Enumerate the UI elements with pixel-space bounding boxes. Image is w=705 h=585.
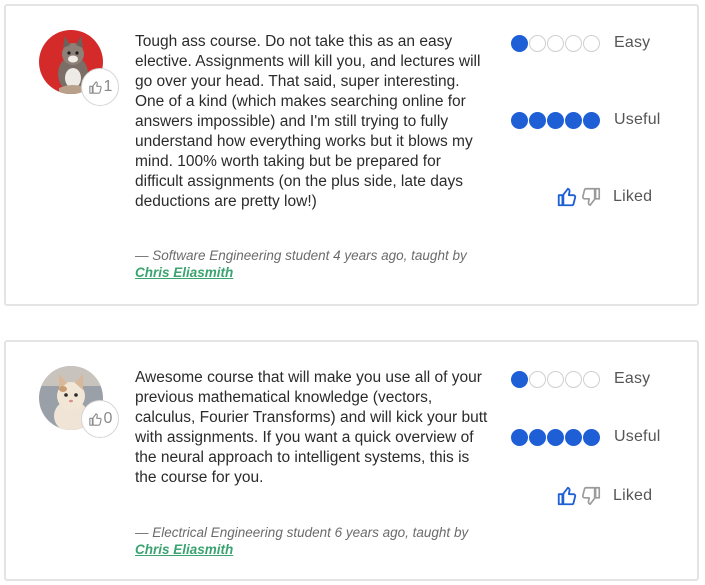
useful-rating-circles xyxy=(511,111,601,129)
thumbs-up-icon[interactable] xyxy=(556,186,578,208)
rating-circle-empty xyxy=(565,34,582,52)
instructor-link[interactable]: Chris Eliasmith xyxy=(135,265,233,280)
rating-circle-empty xyxy=(583,370,600,388)
easy-rating: Easy xyxy=(511,369,650,389)
useful-rating-circles xyxy=(511,428,601,446)
easy-rating-label: Easy xyxy=(614,370,651,387)
review-card: 0 Awesome course that will make you use … xyxy=(4,340,699,581)
upvote-count: 1 xyxy=(103,78,113,95)
liked-label: Liked xyxy=(613,487,653,504)
rating-circle-filled xyxy=(511,428,528,446)
liked-indicator: Liked xyxy=(556,484,652,508)
rating-circle-filled xyxy=(583,428,600,446)
instructor-link[interactable]: Chris Eliasmith xyxy=(135,542,233,557)
rating-circle-filled xyxy=(565,111,582,129)
thumbs-down-icon[interactable] xyxy=(580,186,602,208)
rating-circle-empty xyxy=(547,370,564,388)
attribution-prefix: — Electrical Engineering student 6 years… xyxy=(135,525,469,540)
thumbs-down-icon[interactable] xyxy=(580,485,602,507)
rating-circle-filled xyxy=(547,111,564,129)
rating-circle-filled xyxy=(529,111,546,129)
easy-rating-label: Easy xyxy=(614,34,651,51)
rating-circle-empty xyxy=(583,34,600,52)
review-text: Awesome course that will make you use al… xyxy=(135,369,488,486)
rating-circle-filled xyxy=(583,111,600,129)
rating-circle-empty xyxy=(529,34,546,52)
useful-rating: Useful xyxy=(511,427,661,447)
rating-circle-filled xyxy=(511,370,528,388)
easy-rating-circles xyxy=(511,34,601,52)
useful-rating-label: Useful xyxy=(614,111,661,128)
easy-rating-circles xyxy=(511,370,601,388)
liked-label: Liked xyxy=(613,188,653,205)
upvote-badge[interactable]: 0 xyxy=(81,400,119,438)
rating-circle-filled xyxy=(511,111,528,129)
attribution-prefix: — Software Engineering student 4 years a… xyxy=(135,248,467,263)
upvote-badge[interactable]: 1 xyxy=(81,68,119,106)
easy-rating: Easy xyxy=(511,33,650,53)
thumbs-up-icon[interactable] xyxy=(556,485,578,507)
liked-indicator: Liked xyxy=(556,185,652,209)
rating-circle-empty xyxy=(529,370,546,388)
review-attribution: — Electrical Engineering student 6 years… xyxy=(135,524,495,558)
upvote-count: 0 xyxy=(103,410,113,427)
rating-circle-empty xyxy=(565,370,582,388)
rating-circle-filled xyxy=(547,428,564,446)
useful-rating: Useful xyxy=(511,110,661,130)
rating-circle-filled xyxy=(511,34,528,52)
thumbs-up-outline-icon xyxy=(88,80,102,94)
review-card: 1 Tough ass course. Do not take this as … xyxy=(4,4,699,306)
rating-circle-empty xyxy=(547,34,564,52)
review-attribution: — Software Engineering student 4 years a… xyxy=(135,247,495,281)
review-text: Tough ass course. Do not take this as an… xyxy=(135,33,481,210)
rating-circle-filled xyxy=(529,428,546,446)
useful-rating-label: Useful xyxy=(614,428,661,445)
rating-circle-filled xyxy=(565,428,582,446)
thumbs-up-outline-icon xyxy=(88,412,102,426)
